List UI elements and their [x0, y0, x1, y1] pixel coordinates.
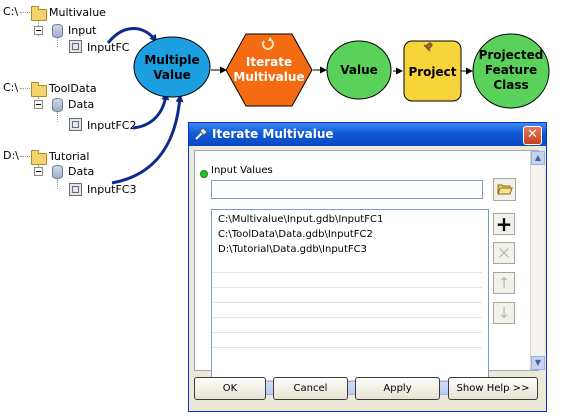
delete-icon: × — [496, 243, 512, 263]
arrow-up-icon: ▲ — [534, 153, 542, 162]
arrow-down-icon: ▼ — [534, 358, 542, 367]
close-button[interactable]: ✕ — [523, 126, 542, 145]
dialog-title: Iterate Multivalue — [212, 127, 334, 141]
iterate-multivalue-dialog: Iterate Multivalue ✕ Input Values C:\Mul… — [188, 122, 547, 412]
move-down-button[interactable]: ↓ — [493, 302, 515, 324]
scroll-down-button[interactable]: ▼ — [531, 356, 545, 370]
arrow-down-icon: ↓ — [497, 304, 511, 322]
input-values-label: Input Values — [211, 165, 273, 176]
parameters-panel: Input Values C:\Multivalue\Input.gdb\Inp… — [194, 150, 545, 395]
move-up-button[interactable]: ↑ — [493, 272, 515, 294]
multiple-value-label: Multiple Value — [144, 53, 200, 82]
input-values-field[interactable] — [211, 180, 483, 199]
arrow-up-icon: ↑ — [497, 274, 511, 292]
remove-button[interactable]: × — [493, 242, 515, 264]
values-list[interactable]: C:\Multivalue\Input.gdb\InputFC1 C:\Tool… — [211, 209, 489, 392]
required-indicator-icon — [200, 170, 208, 178]
list-item[interactable]: C:\Multivalue\Input.gdb\InputFC1 — [218, 213, 383, 226]
vertical-scrollbar[interactable]: ▲ ▼ — [530, 151, 545, 370]
input-connector-arrow — [132, 92, 170, 130]
input-connector-arrow — [106, 27, 158, 44]
apply-button[interactable]: Apply — [355, 377, 440, 400]
project-label: Project — [408, 65, 457, 79]
hammer-icon — [195, 127, 208, 140]
browse-button[interactable] — [493, 178, 516, 201]
show-help-button[interactable]: Show Help >> — [448, 377, 538, 400]
projected-feature-class-label: Projected Feature Class — [478, 48, 544, 92]
dialog-titlebar[interactable]: Iterate Multivalue ✕ — [189, 123, 546, 146]
folder-open-icon — [496, 184, 513, 195]
list-item[interactable]: D:\Tutorial\Data.gdb\InputFC3 — [218, 243, 367, 256]
add-button[interactable]: + — [493, 213, 515, 235]
plus-icon: + — [495, 212, 513, 236]
iterate-multivalue-label: Iterate Multivalue — [233, 55, 305, 84]
list-item[interactable]: C:\ToolData\Data.gdb\InputFC2 — [218, 228, 373, 241]
value-label: Value — [340, 63, 378, 77]
cancel-button[interactable]: Cancel — [273, 377, 348, 400]
close-icon: ✕ — [527, 127, 538, 142]
input-connector-arrow — [111, 94, 184, 185]
scroll-up-button[interactable]: ▲ — [531, 151, 545, 165]
ok-button[interactable]: OK — [194, 377, 266, 400]
